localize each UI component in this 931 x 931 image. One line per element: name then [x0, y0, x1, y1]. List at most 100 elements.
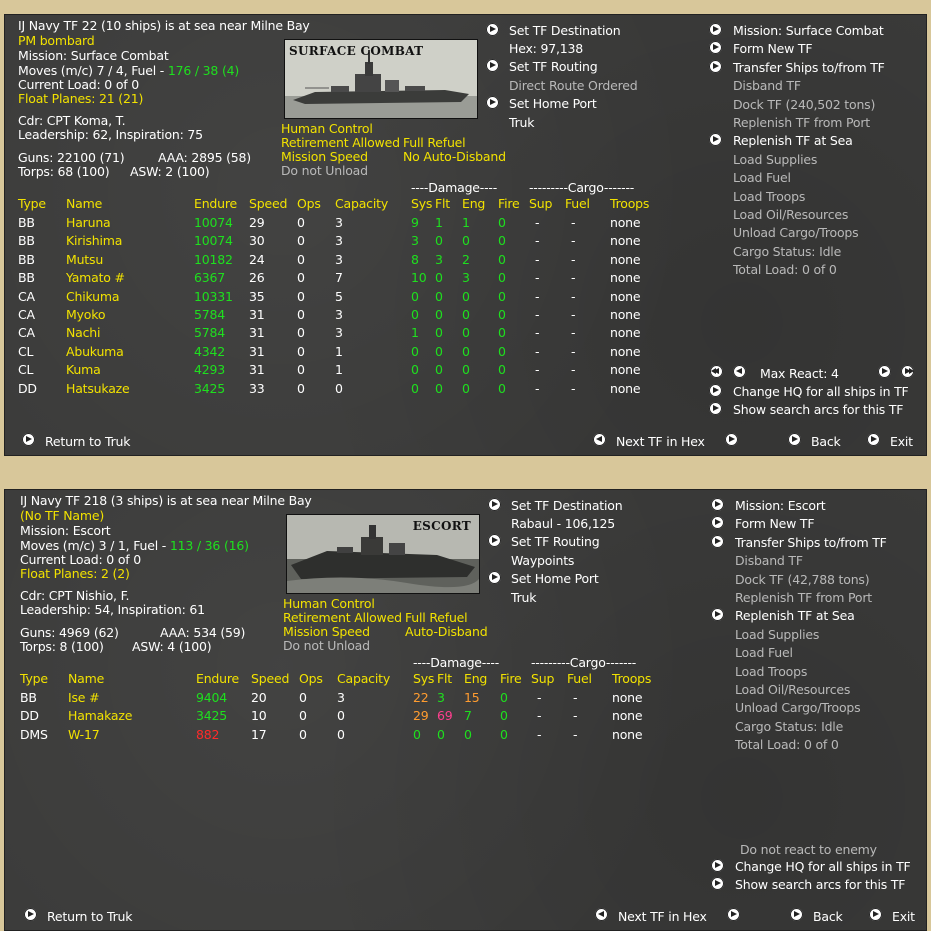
ship-speed: 20: [251, 690, 267, 705]
ship-name[interactable]: Kuma: [66, 362, 101, 377]
react-decrease-button[interactable]: [733, 365, 746, 378]
right-menu-button[interactable]: [711, 516, 724, 530]
refuel-toggle[interactable]: Full Refuel: [403, 135, 466, 150]
tf-name[interactable]: PM bombard: [18, 33, 95, 48]
set-routing-button[interactable]: [486, 59, 499, 72]
ship-name[interactable]: Mutsu: [66, 252, 103, 267]
right-menu-item[interactable]: Form New TF: [735, 516, 815, 531]
ship-name[interactable]: Hatsukaze: [66, 381, 130, 396]
ship-type: BB: [18, 233, 35, 249]
ship-name[interactable]: Haruna: [66, 215, 111, 230]
set-home-port-label[interactable]: Set Home Port: [511, 571, 599, 586]
set-routing-button[interactable]: [488, 534, 501, 547]
set-destination-label[interactable]: Set TF Destination: [511, 498, 623, 513]
disband-toggle[interactable]: Auto-Disband: [405, 624, 488, 639]
unload-toggle[interactable]: Do not Unload: [281, 163, 368, 178]
speed-toggle[interactable]: Mission Speed: [281, 149, 368, 164]
retirement-toggle[interactable]: Retirement Allowed: [283, 610, 402, 625]
back-button[interactable]: [788, 433, 801, 446]
ship-supply: -: [535, 233, 540, 249]
retirement-toggle[interactable]: Retirement Allowed: [281, 135, 400, 150]
ship-eng-damage: 7: [464, 708, 472, 724]
ship-ops: 0: [297, 288, 305, 304]
unload-toggle[interactable]: Do not Unload: [283, 638, 370, 653]
ship-name[interactable]: Ise #: [68, 690, 100, 705]
refuel-toggle[interactable]: Full Refuel: [405, 610, 468, 625]
right-menu-item[interactable]: Form New TF: [733, 41, 813, 56]
float-planes[interactable]: Float Planes: 21 (21): [18, 91, 143, 106]
ship-troops: none: [610, 233, 641, 249]
set-destination-label[interactable]: Set TF Destination: [509, 23, 621, 38]
right-menu-item[interactable]: Replenish TF at Sea: [733, 133, 853, 148]
return-button[interactable]: [24, 908, 37, 921]
ship-capacity: 3: [335, 307, 343, 322]
commander[interactable]: Cdr: CPT Nishio, F.: [20, 588, 130, 603]
ship-speed: 24: [249, 251, 265, 267]
exit-button[interactable]: [867, 433, 880, 446]
prev-tf-button[interactable]: [593, 433, 606, 446]
disband-toggle[interactable]: No Auto-Disband: [403, 149, 506, 164]
next-tf-label[interactable]: Next TF in Hex: [616, 434, 705, 449]
exit-label[interactable]: Exit: [890, 434, 913, 449]
ship-name[interactable]: Abukuma: [66, 344, 124, 359]
set-destination-button[interactable]: [488, 498, 501, 511]
search-arcs-button[interactable]: [709, 402, 722, 415]
change-hq-button[interactable]: [709, 384, 722, 397]
set-home-port-label[interactable]: Set Home Port: [509, 96, 597, 111]
speed-toggle[interactable]: Mission Speed: [283, 624, 370, 639]
right-menu-button[interactable]: [709, 133, 722, 147]
search-arcs-label[interactable]: Show search arcs for this TF: [733, 402, 903, 417]
set-home-port-button[interactable]: [488, 571, 501, 584]
col-header-troops: Troops: [610, 196, 650, 211]
next-tf-label[interactable]: Next TF in Hex: [618, 909, 707, 924]
ship-name[interactable]: Myoko: [66, 307, 105, 322]
ship-name[interactable]: Hamakaze: [68, 708, 132, 723]
right-menu-item[interactable]: Transfer Ships to/from TF: [733, 60, 885, 75]
search-arcs-button[interactable]: [711, 877, 724, 890]
exit-label[interactable]: Exit: [892, 909, 915, 924]
react-note[interactable]: Do not react to enemy: [740, 842, 877, 857]
human-control-toggle[interactable]: Human Control: [281, 121, 373, 136]
back-button[interactable]: [790, 908, 803, 921]
change-hq-button[interactable]: [711, 859, 724, 872]
react-max-button[interactable]: [901, 365, 914, 378]
change-hq-label[interactable]: Change HQ for all ships in TF: [733, 384, 909, 399]
next-tf-button[interactable]: [725, 433, 738, 446]
react-min-button[interactable]: [710, 365, 723, 378]
right-menu-button[interactable]: [711, 534, 724, 548]
next-tf-button[interactable]: [727, 908, 740, 921]
ship-troops: none: [610, 380, 641, 396]
search-arcs-label[interactable]: Show search arcs for this TF: [735, 877, 905, 892]
ship-name[interactable]: W-17: [68, 727, 100, 742]
right-menu-button[interactable]: [709, 59, 722, 73]
right-menu-item[interactable]: Mission: Surface Combat: [733, 23, 884, 38]
ship-name[interactable]: Chikuma: [66, 289, 120, 304]
right-menu-item[interactable]: Transfer Ships to/from TF: [735, 535, 887, 550]
set-routing-label[interactable]: Set TF Routing: [509, 59, 598, 74]
back-label[interactable]: Back: [811, 434, 841, 449]
right-menu-item[interactable]: Mission: Escort: [735, 498, 826, 513]
ship-name[interactable]: Yamato #: [66, 270, 125, 285]
ship-name[interactable]: Nachi: [66, 325, 100, 340]
react-increase-button[interactable]: [878, 365, 891, 378]
prev-tf-button[interactable]: [595, 908, 608, 921]
back-label[interactable]: Back: [813, 909, 843, 924]
return-label[interactable]: Return to Truk: [45, 434, 130, 449]
ship-name[interactable]: Kirishima: [66, 233, 122, 248]
set-destination-button[interactable]: [486, 23, 499, 36]
right-menu-button[interactable]: [709, 23, 722, 36]
tf-name[interactable]: (No TF Name): [20, 508, 104, 523]
return-label[interactable]: Return to Truk: [47, 909, 132, 924]
commander[interactable]: Cdr: CPT Koma, T.: [18, 113, 126, 128]
set-home-port-button[interactable]: [486, 96, 499, 109]
exit-button[interactable]: [869, 908, 882, 921]
set-routing-label[interactable]: Set TF Routing: [511, 534, 600, 549]
change-hq-label[interactable]: Change HQ for all ships in TF: [735, 859, 911, 874]
right-menu-button[interactable]: [709, 41, 722, 55]
float-planes[interactable]: Float Planes: 2 (2): [20, 566, 130, 581]
right-menu-button[interactable]: [711, 498, 724, 511]
right-menu-button[interactable]: [711, 608, 724, 622]
right-menu-item[interactable]: Replenish TF at Sea: [735, 608, 855, 623]
human-control-toggle[interactable]: Human Control: [283, 596, 375, 611]
return-button[interactable]: [22, 433, 35, 446]
